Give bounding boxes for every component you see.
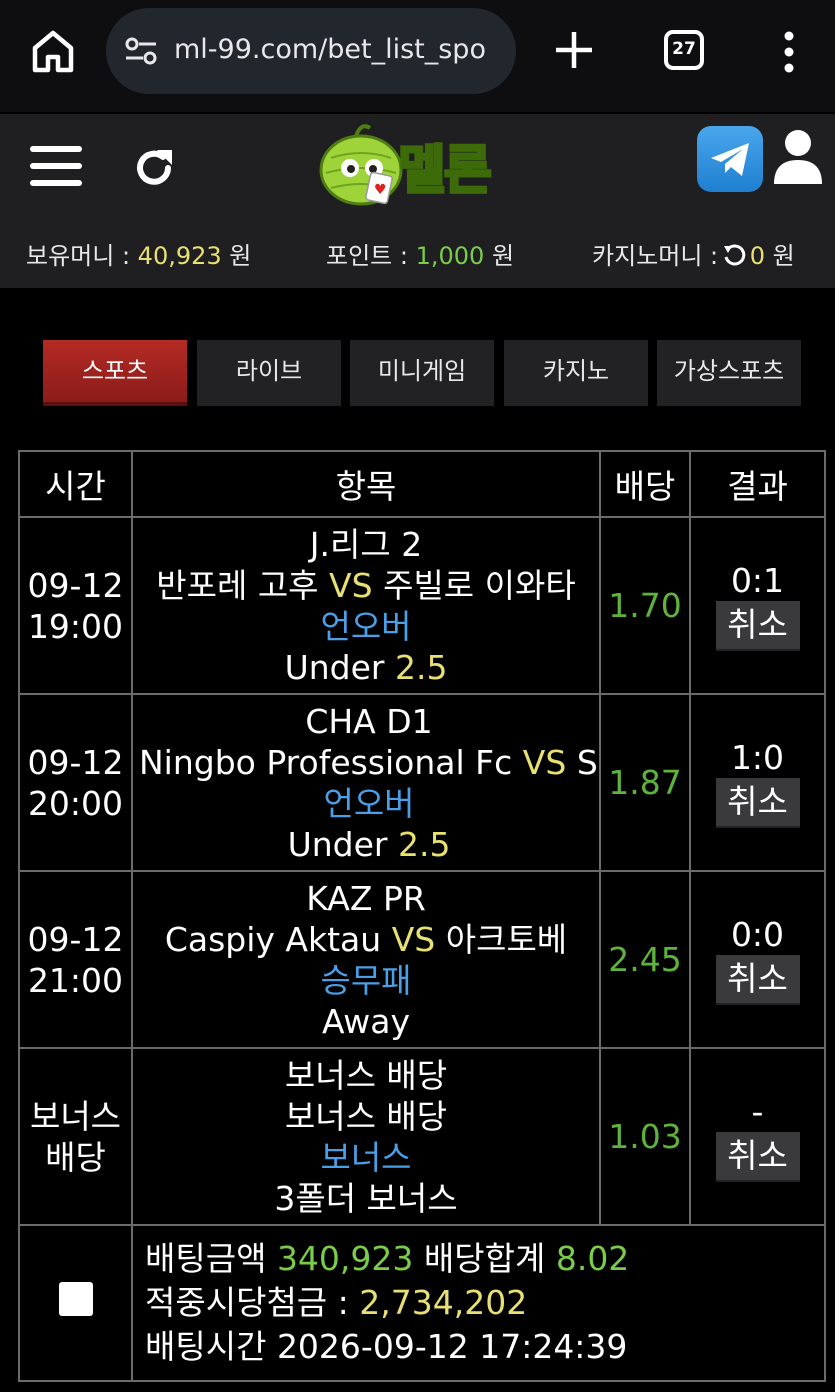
cancel-button[interactable]: 취소 bbox=[715, 601, 800, 651]
more-options-icon[interactable] bbox=[782, 30, 796, 74]
tab-switcher-button[interactable]: 27 bbox=[664, 30, 704, 70]
tab-sports[interactable]: 스포츠 bbox=[43, 340, 187, 406]
score: 0:1 bbox=[730, 561, 785, 600]
site-settings-icon[interactable] bbox=[124, 36, 158, 66]
bet-summary-row: 배팅금액 340,923 배당합계 8.02 적중시당첨금 : 2,734,20… bbox=[18, 1224, 826, 1382]
table-row: 09-12 19:00 J.리그 2 반포레 고후 VS 주빌로 이와타 언오버… bbox=[18, 516, 826, 695]
cancel-button[interactable]: 취소 bbox=[715, 778, 800, 828]
casino-money: 카지노머니 : 0 원 bbox=[592, 242, 795, 270]
score: 1:0 bbox=[730, 738, 785, 777]
bet-time-cell: 보너스 배당 bbox=[18, 1047, 133, 1226]
url-text: ml-99.com/bet_list_spo bbox=[174, 34, 486, 65]
payout-line: 적중시당첨금 : 2,734,202 bbox=[145, 1283, 528, 1322]
bet-pick: Away bbox=[322, 1001, 410, 1041]
points: 포인트 : 1,000 원 bbox=[326, 242, 515, 270]
select-checkbox[interactable] bbox=[58, 1281, 93, 1316]
tab-casino[interactable]: 카지노 bbox=[504, 340, 648, 406]
bet-item-cell: CHA D1 Ningbo Professional Fc VS S 언오버 U… bbox=[131, 693, 601, 872]
league-name: 보너스 배당 bbox=[284, 1055, 448, 1095]
match-teams: 보너스 배당 bbox=[284, 1096, 448, 1136]
league-name: CHA D1 bbox=[305, 701, 433, 741]
col-header-item: 항목 bbox=[131, 450, 601, 518]
casino-refresh-icon[interactable] bbox=[722, 243, 746, 267]
market-type: 보너스 bbox=[320, 1137, 412, 1177]
bet-summary: 배팅금액 340,923 배당합계 8.02 적중시당첨금 : 2,734,20… bbox=[131, 1224, 826, 1382]
table-row: 09-12 21:00 KAZ PR Caspiy Aktau VS 아크토베 … bbox=[18, 870, 826, 1049]
select-cell bbox=[18, 1224, 133, 1382]
cancel-button[interactable]: 취소 bbox=[715, 1132, 800, 1182]
market-type: 언오버 bbox=[320, 606, 412, 646]
tab-minigame[interactable]: 미니게임 bbox=[350, 340, 494, 406]
bet-item-cell: J.리그 2 반포레 고후 VS 주빌로 이와타 언오버 Under 2.5 bbox=[131, 516, 601, 695]
melon-mascot-icon: ♥ bbox=[319, 124, 403, 206]
browser-toolbar: ml-99.com/bet_list_spo 27 bbox=[0, 0, 835, 112]
telegram-icon[interactable] bbox=[697, 126, 763, 192]
user-profile-icon[interactable] bbox=[772, 128, 824, 186]
bet-time-cell: 09-12 19:00 bbox=[18, 516, 133, 695]
league-name: J.리그 2 bbox=[309, 524, 423, 564]
svg-text:♥: ♥ bbox=[374, 182, 387, 198]
hamburger-menu-icon[interactable] bbox=[30, 144, 82, 188]
bet-time-line: 배팅시간 2026-09-12 17:24:39 bbox=[145, 1327, 628, 1366]
home-icon[interactable] bbox=[28, 26, 78, 76]
result-cell: 0:1 취소 bbox=[689, 516, 826, 695]
odds-cell: 2.45 bbox=[599, 870, 691, 1049]
match-teams: Ningbo Professional Fc VS S bbox=[139, 742, 598, 782]
bet-time-cell: 09-12 21:00 bbox=[18, 870, 133, 1049]
refresh-icon[interactable] bbox=[130, 144, 178, 192]
odds-cell: 1.70 bbox=[599, 516, 691, 695]
col-header-result: 결과 bbox=[689, 450, 826, 518]
result-cell: - 취소 bbox=[689, 1047, 826, 1226]
new-tab-icon[interactable] bbox=[552, 28, 596, 72]
col-header-time: 시간 bbox=[18, 450, 133, 518]
bet-item-cell: 보너스 배당 보너스 배당 보너스 3폴더 보너스 bbox=[131, 1047, 601, 1226]
table-header-row: 시간 항목 배당 결과 bbox=[18, 450, 826, 518]
market-type: 승무패 bbox=[320, 960, 412, 1000]
holding-money: 보유머니 : 40,923 원 bbox=[26, 242, 252, 270]
bet-item-cell: KAZ PR Caspiy Aktau VS 아크토베 승무패 Away bbox=[131, 870, 601, 1049]
score: - bbox=[751, 1092, 764, 1131]
result-cell: 0:0 취소 bbox=[689, 870, 826, 1049]
match-teams: Caspiy Aktau VS 아크토베 bbox=[164, 919, 568, 959]
bet-pick: 3폴더 보너스 bbox=[274, 1178, 458, 1218]
address-bar[interactable]: ml-99.com/bet_list_spo bbox=[106, 8, 516, 94]
market-type: 언오버 bbox=[323, 783, 415, 823]
col-header-odds: 배당 bbox=[599, 450, 691, 518]
league-name: KAZ PR bbox=[306, 878, 426, 918]
bet-pick: Under 2.5 bbox=[287, 824, 451, 864]
bet-pick: Under 2.5 bbox=[284, 647, 448, 687]
odds-cell: 1.87 bbox=[599, 693, 691, 872]
category-tabs: 스포츠 라이브 미니게임 카지노 가상스포츠 bbox=[43, 340, 835, 406]
bet-amount-line: 배팅금액 340,923 배당합계 8.02 bbox=[145, 1239, 630, 1278]
cancel-button[interactable]: 취소 bbox=[715, 955, 800, 1005]
bet-list-table: 시간 항목 배당 결과 09-12 19:00 J.리그 2 반포레 고후 VS… bbox=[18, 450, 826, 1382]
match-teams: 반포레 고후 VS 주빌로 이와타 bbox=[156, 565, 576, 605]
table-row: 09-12 20:00 CHA D1 Ningbo Professional F… bbox=[18, 693, 826, 872]
logo-text: 멜론 bbox=[397, 140, 494, 203]
score: 0:0 bbox=[730, 915, 785, 954]
bet-time-cell: 09-12 20:00 bbox=[18, 693, 133, 872]
tab-virtual-sports[interactable]: 가상스포츠 bbox=[657, 340, 801, 406]
result-cell: 1:0 취소 bbox=[689, 693, 826, 872]
site-logo[interactable]: ♥ 멜론 bbox=[316, 114, 528, 212]
tab-live[interactable]: 라이브 bbox=[197, 340, 341, 406]
site-header: ♥ 멜론 보유머니 : 40,923 원 포인트 : 1,000 원 카지노머니… bbox=[0, 114, 835, 288]
table-row: 보너스 배당 보너스 배당 보너스 배당 보너스 3폴더 보너스 1.03 - … bbox=[18, 1047, 826, 1226]
odds-cell: 1.03 bbox=[599, 1047, 691, 1226]
